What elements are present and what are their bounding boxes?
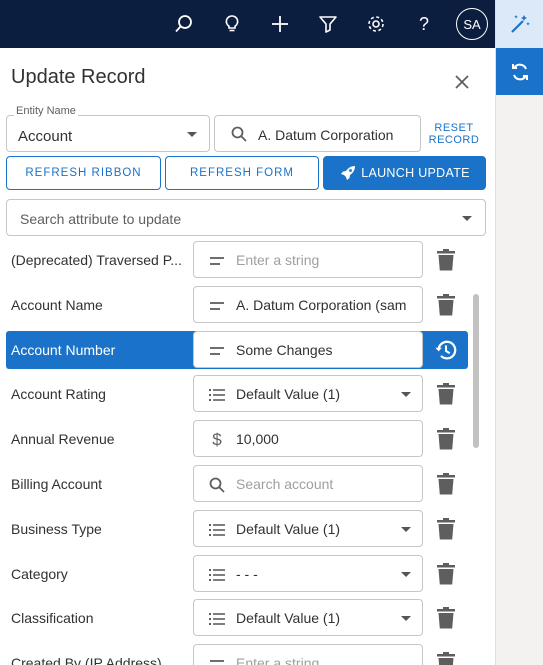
dollar-icon: $ [212,430,222,450]
text-lines-icon [208,655,226,665]
attribute-value: Default Value (1) [236,610,341,627]
attribute-search-select[interactable]: Search attribute to update [6,199,486,236]
lightbulb-icon[interactable] [220,12,244,36]
rocket-icon [339,164,357,182]
trash-icon[interactable] [434,606,458,630]
avatar[interactable]: SA [456,8,488,40]
attribute-label: Classification [11,610,94,627]
list-icon [208,521,226,539]
trash-icon[interactable] [434,248,458,272]
list-icon [208,386,226,404]
search-icon[interactable] [172,12,196,36]
page-title: Update Record [11,66,146,88]
trash-icon[interactable] [434,517,458,541]
attribute-row[interactable]: (Deprecated) Traversed P... Enter a strin… [6,241,468,279]
attribute-value: Some Changes [236,341,333,358]
attribute-row[interactable]: Classification Default Value (1) [6,599,468,637]
attribute-select[interactable]: Default Value (1) [193,509,423,547]
attribute-value: - - - [236,565,258,582]
search-icon [208,476,226,494]
attribute-label: Annual Revenue [11,431,115,448]
attribute-value: A. Datum Corporation (sam [236,296,407,313]
sync-icon[interactable] [496,48,543,95]
trash-icon[interactable] [434,651,458,665]
attribute-row[interactable]: Business Type Default Value (1) [6,509,468,548]
attribute-search-placeholder: Search attribute to update [20,211,182,227]
attribute-label: Category [11,565,68,582]
refresh-form-label: REFRESH FORM [190,167,294,179]
chevron-down-icon [401,392,411,398]
attribute-input[interactable]: Search account [193,465,423,502]
chevron-down-icon [462,216,472,221]
gear-icon[interactable] [364,12,388,36]
trash-icon[interactable] [434,472,458,496]
attribute-input[interactable]: Some Changes [193,330,423,368]
list-icon [208,566,226,584]
help-icon[interactable]: ? [412,12,436,36]
plus-icon[interactable] [268,12,292,36]
attribute-placeholder: Enter a string [236,655,320,665]
trash-icon[interactable] [434,293,458,317]
chevron-down-icon [187,132,197,137]
attribute-row[interactable]: Category - - - [6,554,468,593]
text-lines-icon [208,297,226,315]
list-icon [208,610,226,628]
chevron-down-icon [401,616,411,622]
scrollbar[interactable] [473,294,479,448]
attribute-input[interactable]: A. Datum Corporation (sam [193,285,423,323]
attribute-label: Account Rating [11,386,106,403]
right-side-bar [495,0,543,665]
entity-name-value: Account [18,128,73,145]
attribute-row[interactable]: Created By (IP Address) Enter a string [6,644,468,665]
launch-update-button[interactable]: LAUNCH UPDATE [323,156,486,190]
attribute-row[interactable]: Annual Revenue $10,000 [6,420,468,458]
attribute-select[interactable]: Default Value (1) [193,375,423,413]
chevron-down-icon [401,571,411,577]
attribute-input[interactable]: $10,000 [193,420,423,458]
trash-icon[interactable] [434,562,458,586]
top-bar: ? SA [0,0,495,48]
attribute-value: Default Value (1) [236,520,341,537]
entity-name-label: Entity Name [14,105,78,117]
attribute-value: Default Value (1) [236,386,341,403]
refresh-ribbon-label: REFRESH RIBBON [25,167,142,179]
trash-icon[interactable] [434,427,458,451]
filter-icon[interactable] [316,12,340,36]
magic-wand-icon[interactable] [496,0,543,48]
attribute-input[interactable]: Enter a string [193,644,423,665]
record-search-input[interactable]: A. Datum Corporation [214,115,421,152]
update-record-panel: Update Record Account Entity Name A. Dat… [0,48,495,665]
chevron-down-icon [401,526,411,532]
attribute-row[interactable]: Account Rating Default Value (1) [6,375,468,413]
attribute-row[interactable]: Account Name A. Datum Corporation (sam [6,285,468,324]
attribute-row[interactable]: Account Number Some Changes [6,330,468,369]
attribute-label: Billing Account [11,476,103,492]
attribute-label: Created By (IP Address) [11,655,162,665]
entity-name-select[interactable]: Account [6,115,210,152]
attribute-select[interactable]: Default Value (1) [193,599,423,637]
attribute-input[interactable]: Enter a string [193,241,423,278]
attribute-label: Account Name [11,296,103,313]
close-icon[interactable] [452,72,472,92]
restore-icon[interactable] [434,338,458,362]
attribute-row[interactable]: Billing Account Search account [6,465,468,503]
refresh-ribbon-button[interactable]: REFRESH RIBBON [6,156,161,190]
attribute-value: 10,000 [236,431,279,448]
trash-icon[interactable] [434,382,458,406]
text-lines-icon [208,342,226,360]
attribute-placeholder: Search account [236,476,334,492]
reset-record-button[interactable]: RESET RECORD [426,122,482,146]
attribute-label: (Deprecated) Traversed P... [11,252,182,268]
reset-label-line1: RESET [434,122,474,134]
text-lines-icon [208,252,226,270]
reset-label-line2: RECORD [428,134,480,146]
attribute-placeholder: Enter a string [236,252,320,268]
attribute-label: Business Type [11,520,102,537]
refresh-form-button[interactable]: REFRESH FORM [165,156,319,190]
attribute-label: Account Number [11,341,116,358]
search-icon [231,126,247,147]
attribute-select[interactable]: - - - [193,554,423,592]
record-search-value: A. Datum Corporation [258,127,394,143]
launch-update-label: LAUNCH UPDATE [361,166,470,180]
